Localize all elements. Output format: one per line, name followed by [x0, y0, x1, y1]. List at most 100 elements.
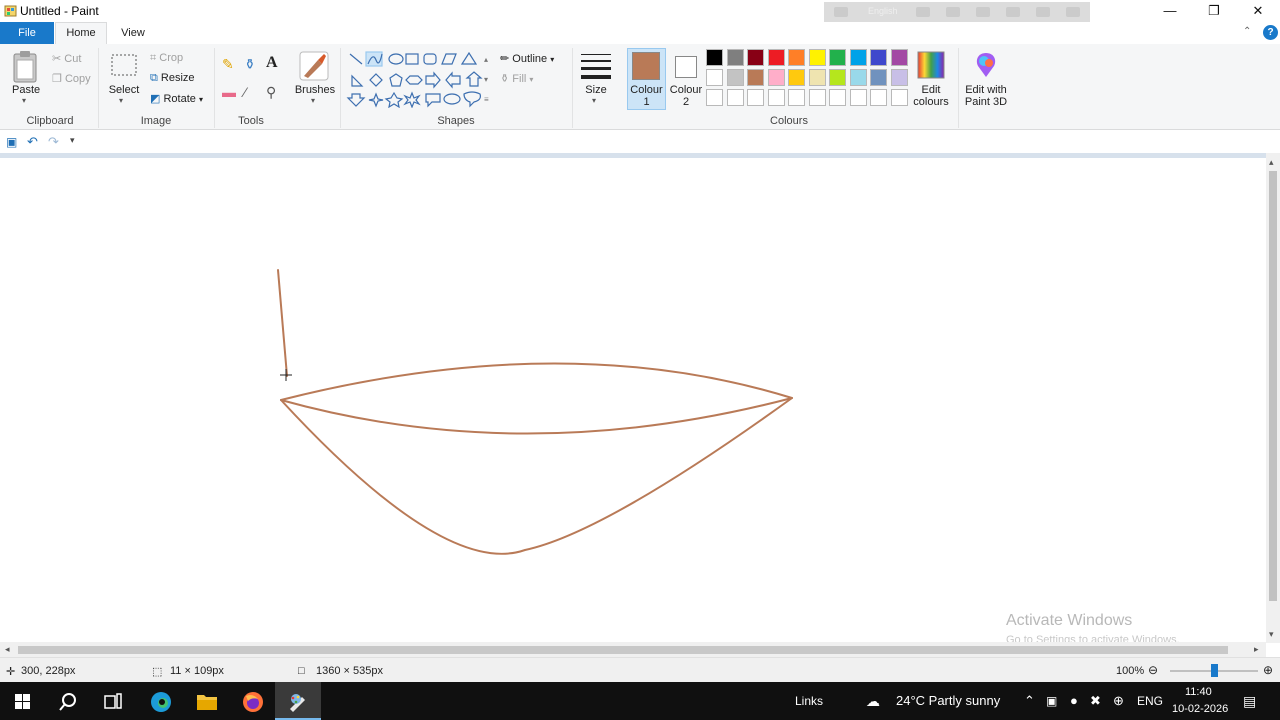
firefox-icon[interactable]	[242, 691, 264, 713]
speaker-muted-icon[interactable]: ✖	[1090, 682, 1101, 720]
colour-swatch[interactable]	[706, 89, 723, 106]
select-icon[interactable]	[110, 52, 138, 80]
select-button[interactable]: Select	[106, 84, 142, 96]
windows-start-icon[interactable]	[15, 694, 30, 709]
weather-icon[interactable]: ☁	[866, 682, 880, 720]
colour2-swatch[interactable]	[675, 56, 697, 78]
colour-swatch[interactable]	[870, 69, 887, 86]
show-hidden-icons[interactable]: ⌃	[1024, 682, 1035, 720]
colour-swatch[interactable]	[849, 49, 867, 66]
tab-file[interactable]: File	[0, 22, 54, 44]
paint-taskbar-icon[interactable]	[287, 691, 309, 713]
resize-button[interactable]: ⧉ Resize	[150, 72, 195, 85]
colour-swatch[interactable]	[706, 69, 723, 86]
colour-swatch[interactable]	[788, 89, 805, 106]
select-dropdown-icon[interactable]: ▾	[119, 96, 123, 105]
colour-swatch[interactable]	[808, 89, 826, 106]
colour-swatch[interactable]	[890, 69, 908, 86]
scroll-down-icon[interactable]: ▾	[1269, 629, 1274, 640]
colour-swatch[interactable]	[726, 69, 744, 86]
microphone-icon[interactable]: ●	[1070, 682, 1078, 720]
colour-swatch[interactable]	[829, 69, 846, 86]
colour-swatch[interactable]	[829, 89, 846, 106]
colour-swatch[interactable]	[747, 69, 764, 86]
zoom-out-icon[interactable]: ⊖	[1148, 663, 1158, 677]
colour-swatch[interactable]	[788, 49, 805, 66]
colour-swatch[interactable]	[726, 89, 744, 106]
size-icon[interactable]	[580, 52, 612, 80]
horizontal-scrollbar[interactable]: ◂ ▸	[0, 642, 1266, 657]
zoom-in-icon[interactable]: ⊕	[1263, 663, 1273, 677]
network-icon[interactable]: ⊕	[1113, 682, 1124, 720]
pencil-icon[interactable]: ✎	[222, 56, 234, 73]
vertical-scroll-thumb[interactable]	[1269, 171, 1277, 601]
search-icon[interactable]	[58, 692, 78, 712]
colour1-swatch[interactable]	[632, 52, 660, 80]
cut-button[interactable]: ✂ Cut	[52, 52, 81, 65]
help-icon[interactable]: ?	[1263, 25, 1278, 40]
text-tool-icon[interactable]: A	[266, 54, 278, 72]
drawing-canvas[interactable]	[5, 158, 1266, 642]
copy-button[interactable]: ❐ Copy	[52, 72, 91, 85]
colour-swatch[interactable]	[808, 49, 826, 66]
redo-icon[interactable]: ↷	[48, 134, 59, 150]
colour-swatch[interactable]	[849, 89, 867, 106]
collapse-ribbon-icon[interactable]: ⌃	[1243, 26, 1251, 37]
scroll-right-icon[interactable]: ▸	[1254, 644, 1259, 655]
paste-dropdown-icon[interactable]: ▾	[22, 96, 26, 105]
eraser-icon[interactable]: ▬	[222, 84, 236, 100]
clock-time[interactable]: 11:40	[1185, 686, 1212, 698]
brushes-icon[interactable]	[298, 50, 330, 82]
tab-home[interactable]: Home	[55, 22, 107, 45]
colour-swatch[interactable]	[767, 69, 785, 86]
tab-view[interactable]: View	[110, 22, 156, 44]
colour-swatch[interactable]	[747, 49, 764, 66]
restore-button[interactable]: ❐	[1192, 0, 1236, 22]
colour-swatch[interactable]	[767, 89, 785, 106]
colour-swatch[interactable]	[788, 69, 805, 86]
paste-icon[interactable]	[12, 50, 40, 84]
edit-colours-button[interactable]: Edit colours	[906, 84, 956, 108]
clock-date[interactable]: 10-02-2026	[1172, 703, 1228, 715]
fill-button[interactable]: ⚱ Fill ▾	[500, 72, 533, 85]
scroll-left-icon[interactable]: ◂	[5, 644, 10, 655]
horizontal-scroll-thumb[interactable]	[18, 646, 1228, 654]
paint-3d-icon[interactable]	[972, 50, 1000, 80]
color-picker-icon[interactable]: ⁄	[244, 84, 246, 100]
colour-swatch[interactable]	[890, 49, 908, 66]
scroll-up-icon[interactable]: ▴	[1269, 157, 1274, 168]
colour-swatch[interactable]	[808, 69, 826, 86]
meet-now-icon[interactable]: ▣	[1046, 682, 1057, 720]
edit-colours-icon[interactable]	[916, 50, 946, 80]
zoom-slider-thumb[interactable]	[1210, 664, 1218, 677]
minimize-button[interactable]: —	[1148, 0, 1192, 22]
colour-swatch[interactable]	[870, 49, 887, 66]
edit-with-paint3d-button[interactable]: Edit with Paint 3D	[956, 84, 1016, 108]
edge-browser-icon[interactable]	[150, 691, 172, 713]
notifications-icon[interactable]: ▤	[1243, 682, 1256, 720]
task-view-icon[interactable]	[104, 693, 122, 710]
save-icon[interactable]: ▣	[6, 135, 17, 149]
close-button[interactable]: ✕	[1236, 0, 1280, 22]
crop-button[interactable]: ⌗ Crop	[150, 52, 183, 65]
undo-icon[interactable]: ↶	[27, 134, 38, 150]
colour-swatch[interactable]	[747, 89, 764, 106]
colour-swatch[interactable]	[829, 49, 846, 66]
rotate-button[interactable]: ◩ Rotate ▾	[150, 92, 203, 105]
brushes-button[interactable]: Brushes	[294, 84, 336, 96]
colour-swatch[interactable]	[706, 49, 723, 66]
vertical-scrollbar[interactable]: ▴ ▾	[1266, 153, 1280, 643]
size-button[interactable]: Size	[580, 84, 612, 96]
language-indicator[interactable]: ENG	[1137, 682, 1163, 720]
paste-button[interactable]: Paste	[12, 84, 40, 96]
size-dropdown-icon[interactable]: ▾	[592, 96, 596, 105]
colour-swatch[interactable]	[767, 49, 785, 66]
file-explorer-icon[interactable]	[196, 692, 218, 711]
fill-bucket-icon[interactable]: ⚱	[244, 56, 256, 73]
colour-swatch[interactable]	[849, 69, 867, 86]
taskbar-links-label[interactable]: Links	[795, 682, 823, 720]
colour-swatch[interactable]	[870, 89, 887, 106]
brushes-dropdown-icon[interactable]: ▾	[311, 96, 315, 105]
colour-swatch[interactable]	[890, 89, 908, 106]
colour-swatch[interactable]	[726, 49, 744, 66]
